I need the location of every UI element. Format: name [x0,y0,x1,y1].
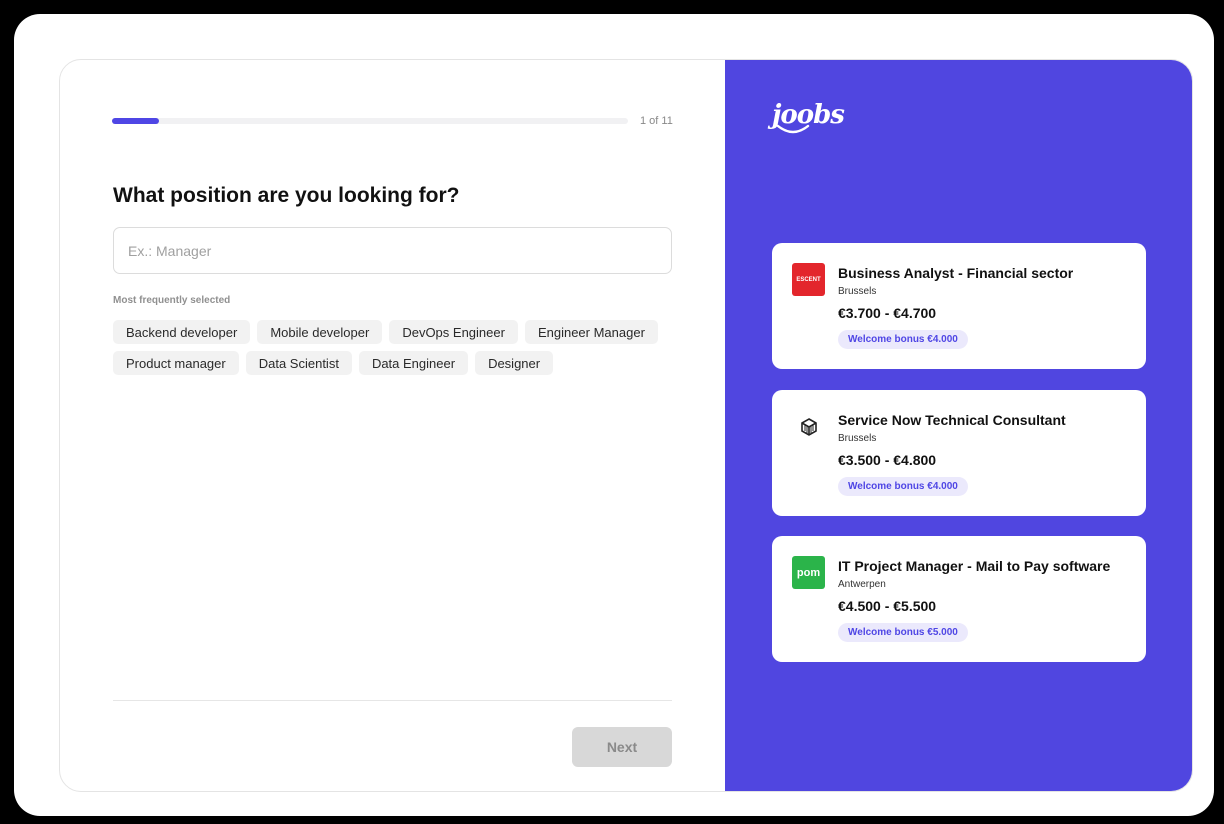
job-title: Service Now Technical Consultant [838,412,1066,428]
job-card[interactable]: ESCENT Business Analyst - Financial sect… [772,243,1146,369]
job-title: Business Analyst - Financial sector [838,265,1074,281]
screen: 1 of 11 What position are you looking fo… [14,14,1214,816]
footer-divider [113,700,672,701]
frequent-label: Most frequently selected [113,295,231,306]
job-bonus-badge: Welcome bonus €4.000 [838,477,968,496]
chip-mobile-developer[interactable]: Mobile developer [257,320,383,344]
job-bonus-badge: Welcome bonus €5.000 [838,623,968,642]
question-panel: 1 of 11 What position are you looking fo… [60,60,725,791]
job-card[interactable]: Service Now Technical Consultant Brussel… [772,390,1146,516]
chip-data-scientist[interactable]: Data Scientist [245,351,352,375]
company-logo-escent: ESCENT [792,263,825,296]
job-title: IT Project Manager - Mail to Pay softwar… [838,558,1111,574]
question-title: What position are you looking for? [113,184,460,207]
cube-icon [800,417,817,436]
job-city: Brussels [838,433,877,444]
job-bonus-badge: Welcome bonus €4.000 [838,330,968,349]
company-logo-text: pom [796,566,821,579]
chip-engineer-manager[interactable]: Engineer Manager [524,320,658,344]
job-salary: €3.700 - €4.700 [838,305,937,321]
job-card[interactable]: pom IT Project Manager - Mail to Pay sof… [772,536,1146,662]
company-logo-pom: pom [792,556,825,589]
progress-bar [112,118,628,124]
job-salary: €3.500 - €4.800 [838,452,937,468]
company-logo-text: ESCENT [796,276,821,283]
logo-smile-icon [776,124,810,134]
job-city: Antwerpen [838,579,886,590]
chip-backend-developer[interactable]: Backend developer [113,320,251,344]
progress-bar-fill [112,118,159,124]
device-frame: 1 of 11 What position are you looking fo… [4,4,1220,820]
onboarding-card: 1 of 11 What position are you looking fo… [59,59,1193,792]
next-button[interactable]: Next [572,727,672,767]
chip-data-engineer[interactable]: Data Engineer [358,351,469,375]
position-search-input[interactable] [113,227,672,274]
job-city: Brussels [838,286,877,297]
chip-product-manager[interactable]: Product manager [113,351,239,375]
job-salary: €4.500 - €5.500 [838,598,937,614]
position-chips: Backend developer Mobile developer DevOp… [113,320,673,375]
chip-devops-engineer[interactable]: DevOps Engineer [389,320,518,344]
chip-designer[interactable]: Designer [475,351,554,375]
company-logo-cube-icon [792,410,825,443]
step-counter: 1 of 11 [640,115,673,127]
job-showcase-panel: joobs ESCENT Business Analyst - Financia… [725,60,1192,791]
